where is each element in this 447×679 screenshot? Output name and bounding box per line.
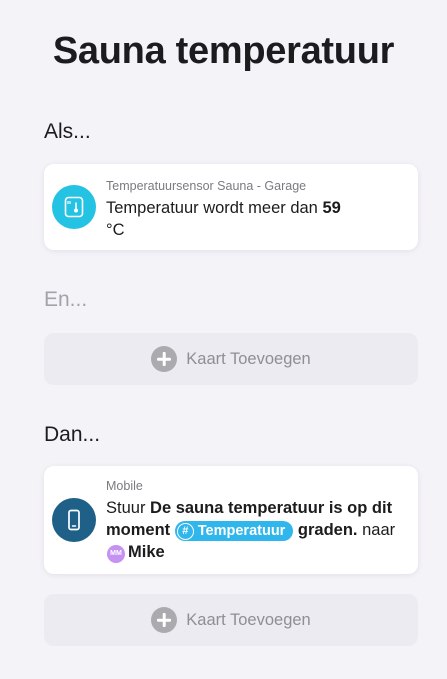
temperature-sensor-icon	[52, 185, 96, 229]
temperature-tag[interactable]: # Temperatuur	[174, 521, 294, 541]
message-end[interactable]: graden.	[298, 521, 358, 539]
device-name: Mobile	[106, 479, 143, 493]
action-card[interactable]: Mobile Stuur De sauna temperatuur is op …	[44, 466, 418, 574]
add-card-label: Kaart Toevoegen	[186, 610, 311, 629]
section-heading-then: Dan...	[44, 423, 101, 446]
plus-icon	[151, 346, 178, 372]
add-card-label: Kaart Toevoegen	[186, 349, 311, 368]
add-and-card-button[interactable]: Kaart Toevoegen	[44, 333, 418, 385]
recipient-name[interactable]: Mike	[128, 543, 165, 561]
to-label: naar	[362, 521, 396, 539]
tag-label: Temperatuur	[197, 523, 286, 539]
condition-prefix: Temperatuur wordt meer dan	[106, 199, 318, 217]
condition-text: Temperatuur wordt meer dan 59 °C	[106, 197, 406, 241]
threshold-value[interactable]: 59	[322, 199, 340, 217]
page-title: Sauna temperatuur	[52, 30, 395, 72]
section-heading-and: En...	[44, 288, 88, 311]
hash-icon: #	[176, 522, 194, 540]
device-name: Temperatuursensor Sauna - Garage	[106, 179, 307, 193]
plus-icon	[151, 607, 178, 633]
condition-card[interactable]: Temperatuursensor Sauna - Garage Tempera…	[44, 164, 418, 250]
mobile-phone-icon	[52, 498, 96, 542]
user-avatar: MM	[107, 545, 125, 563]
action-text: Stuur De sauna temperatuur is op dit mom…	[106, 497, 406, 563]
action-prefix: Stuur	[106, 499, 146, 517]
threshold-unit: °C	[106, 221, 125, 239]
section-heading-if: Als...	[44, 120, 91, 143]
add-then-card-button[interactable]: Kaart Toevoegen	[44, 594, 418, 646]
